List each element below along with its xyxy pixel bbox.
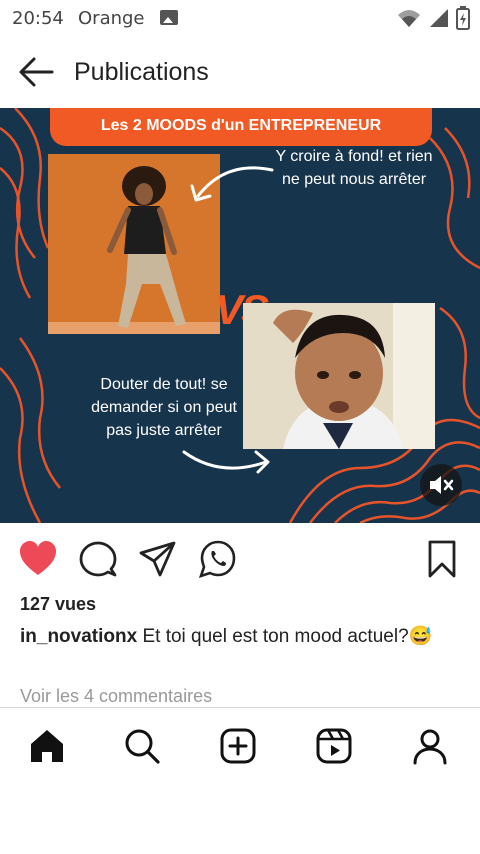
add-icon[interactable] [218,726,258,766]
arrow-to-photo1-icon [190,166,274,202]
app-header: Publications [0,36,480,108]
volume-muted-icon [430,476,454,494]
comment-icon[interactable] [78,539,118,579]
reels-icon[interactable] [314,726,354,766]
gallery-notification-icon [160,10,178,25]
status-carrier: Orange [78,8,145,29]
post-actions [0,523,480,593]
status-indicators [396,6,470,30]
whatsapp-icon[interactable] [198,539,238,579]
view-count: 127 vues [20,594,97,614]
caption-username[interactable]: in_novationx [20,626,137,647]
home-icon[interactable] [27,726,67,766]
status-time: 20:54 [12,8,64,29]
post-media[interactable]: Les 2 MOODS d'un ENTREPRENEUR VS Y croir… [0,108,480,523]
heart-icon[interactable] [18,539,58,579]
wifi-icon [398,10,420,27]
bottom-nav [0,708,480,782]
worried-man-photo [243,303,435,449]
profile-icon[interactable] [410,726,450,766]
post-banner: Les 2 MOODS d'un ENTREPRENEUR [50,108,432,146]
search-icon[interactable] [122,726,162,766]
mute-button[interactable] [420,464,462,506]
post-caption: in_novationx Et toi quel est ton mood ac… [20,622,460,651]
view-comments-link[interactable]: Voir les 4 commentaires [20,686,212,707]
back-arrow-icon[interactable] [16,54,56,90]
signal-icon [430,9,448,27]
caption-doubtful: Douter de tout! se demander si on peut p… [91,376,237,439]
caption-text: Et toi quel est ton mood actuel?😅 [137,626,433,647]
arrow-to-photo2-icon [182,450,270,474]
status-bar: 20:54 Orange [0,0,480,36]
battery-icon [456,6,470,30]
page-title: Publications [74,58,209,86]
caption-optimistic: Y croire à fond! et rien ne peut nous ar… [275,148,433,188]
share-icon[interactable] [138,539,178,579]
bookmark-icon[interactable] [422,539,462,579]
